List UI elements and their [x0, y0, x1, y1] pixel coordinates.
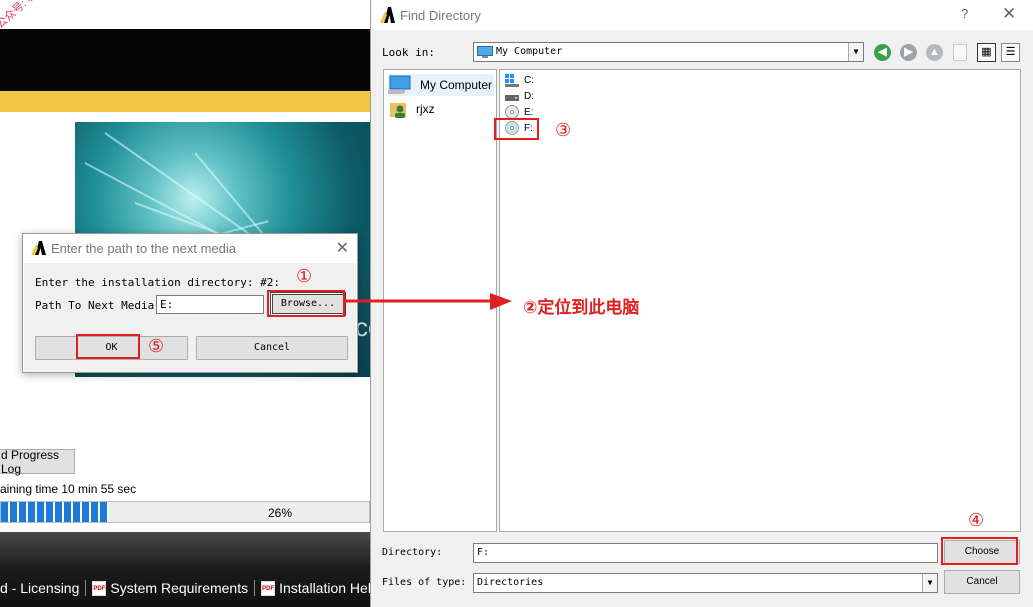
- dialog-title: Enter the path to the next media: [51, 241, 237, 256]
- file-label: D:: [524, 90, 534, 102]
- chevron-down-icon[interactable]: ▼: [922, 574, 937, 592]
- ansys-logo-icon: [31, 241, 46, 255]
- progress-percent: 26%: [268, 506, 293, 520]
- find-directory-titlebar: Find Directory ? ✕: [371, 0, 1033, 30]
- help-icon[interactable]: ?: [961, 6, 968, 21]
- directory-label: Directory:: [382, 547, 443, 558]
- cancel-button[interactable]: Cancel: [944, 570, 1020, 594]
- files-of-type-select[interactable]: Directories ▼: [473, 573, 938, 593]
- directory-input[interactable]: F:: [473, 543, 938, 563]
- place-label: My Computer: [420, 78, 493, 92]
- path-label: Path To Next Media:: [35, 299, 161, 312]
- place-label: rjxz: [416, 102, 435, 116]
- user-folder-icon: [390, 103, 406, 118]
- path-input[interactable]: E:: [156, 295, 264, 314]
- files-of-type-label: Files of type:: [382, 577, 467, 588]
- cd-drive-icon: [505, 105, 519, 119]
- system-requirements-link[interactable]: System Requirements: [110, 580, 248, 596]
- files-of-type-value: Directories: [477, 577, 544, 588]
- back-icon[interactable]: ◀: [874, 44, 891, 61]
- annotation-step-3: ③: [555, 120, 572, 140]
- screen: ce 公众号: 软件小梓 d Progress Log aining time …: [0, 0, 1033, 607]
- annotation-box-ok: [76, 334, 140, 359]
- details-view-icon[interactable]: ☰: [1001, 43, 1020, 62]
- place-item-rjxz[interactable]: rjxz: [388, 98, 435, 120]
- annotation-box-choose: [941, 537, 1018, 565]
- remaining-time-text: aining time 10 min 55 sec: [0, 482, 137, 496]
- list-item-d-drive[interactable]: D:: [504, 88, 534, 104]
- forward-icon[interactable]: ▶: [900, 44, 917, 61]
- install-progress-bar: 26%: [0, 501, 370, 523]
- annotation-step-2: ②定位到此电脑: [523, 298, 640, 318]
- file-label: C:: [524, 74, 534, 86]
- ansys-logo-icon: [380, 7, 395, 23]
- footer-separator: [254, 580, 256, 596]
- look-in-value: My Computer: [496, 46, 563, 57]
- licensing-link[interactable]: d - Licensing: [0, 580, 79, 596]
- look-in-label: Look in:: [382, 46, 435, 59]
- installer-accent-bar: [0, 91, 370, 112]
- list-item-c-drive[interactable]: C:: [504, 72, 534, 88]
- look-in-select[interactable]: My Computer ▼: [473, 42, 864, 62]
- installation-help-link[interactable]: Installation Help: [279, 580, 379, 596]
- close-icon[interactable]: ✕: [1002, 4, 1016, 24]
- up-folder-icon[interactable]: ▲: [926, 44, 943, 61]
- annotation-box-f-drive: [494, 118, 539, 140]
- list-view-icon[interactable]: ▦: [977, 43, 996, 62]
- windows-drive-icon: [505, 74, 519, 87]
- cancel-button[interactable]: Cancel: [196, 336, 348, 360]
- install-dir-prompt: Enter the installation directory: #2:: [35, 276, 281, 289]
- annotation-box-browse: [267, 290, 345, 317]
- hard-drive-icon: [505, 95, 519, 101]
- place-item-my-computer[interactable]: My Computer: [388, 74, 494, 96]
- annotation-step-1: ①: [296, 266, 313, 286]
- watermark: 公众号: 软件小梓: [0, 0, 64, 32]
- file-label: E:: [524, 106, 534, 118]
- progress-fill: [1, 502, 108, 522]
- chevron-down-icon[interactable]: ▼: [848, 43, 863, 61]
- computer-icon: [477, 46, 493, 58]
- annotation-step-5: ⑤: [148, 336, 165, 356]
- computer-icon: [388, 75, 411, 94]
- installer-header: [0, 29, 370, 91]
- new-folder-icon[interactable]: [953, 44, 967, 61]
- footer-separator: [85, 580, 87, 596]
- close-icon[interactable]: ✕: [336, 238, 349, 258]
- pdf-icon: PDF: [92, 580, 107, 596]
- window-title: Find Directory: [400, 8, 481, 23]
- pdf-icon: PDF: [261, 580, 276, 596]
- progress-log-button[interactable]: d Progress Log: [0, 448, 75, 476]
- annotation-arrow-icon: [344, 293, 512, 310]
- footer-links: d - Licensing PDF System Requirements PD…: [0, 579, 379, 597]
- annotation-step-4: ④: [968, 510, 985, 530]
